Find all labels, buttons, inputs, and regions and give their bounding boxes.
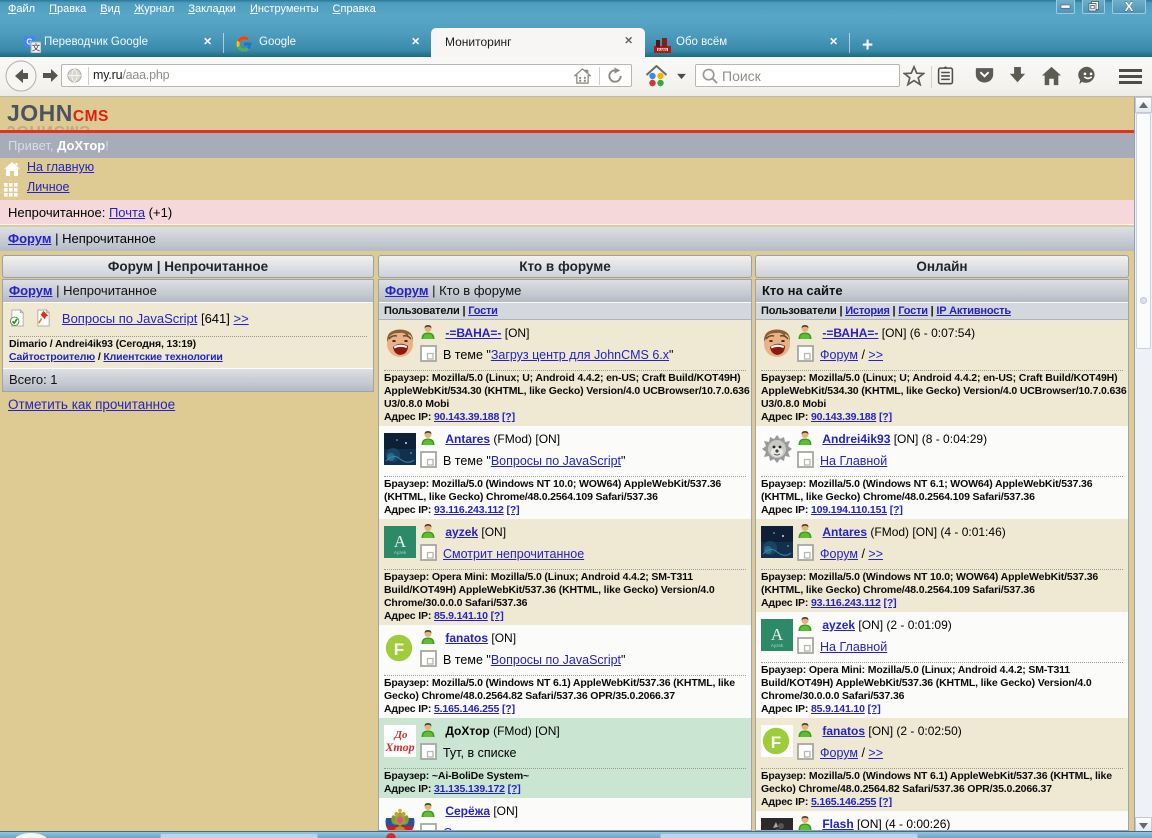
svg-text:БМВ: БМВ <box>658 47 667 52</box>
svg-text:Ayzek: Ayzek <box>394 550 407 555</box>
svg-text:F: F <box>394 640 404 659</box>
svg-text:A: A <box>394 532 407 551</box>
svg-text:Ayzek: Ayzek <box>771 643 784 648</box>
svg-text:F: F <box>771 733 781 752</box>
svg-text:A: A <box>771 625 784 644</box>
svg-text:X: X <box>1125 0 1134 12</box>
svg-text:Хтор: Хтор <box>384 740 414 754</box>
svg-text:文: 文 <box>32 43 41 53</box>
